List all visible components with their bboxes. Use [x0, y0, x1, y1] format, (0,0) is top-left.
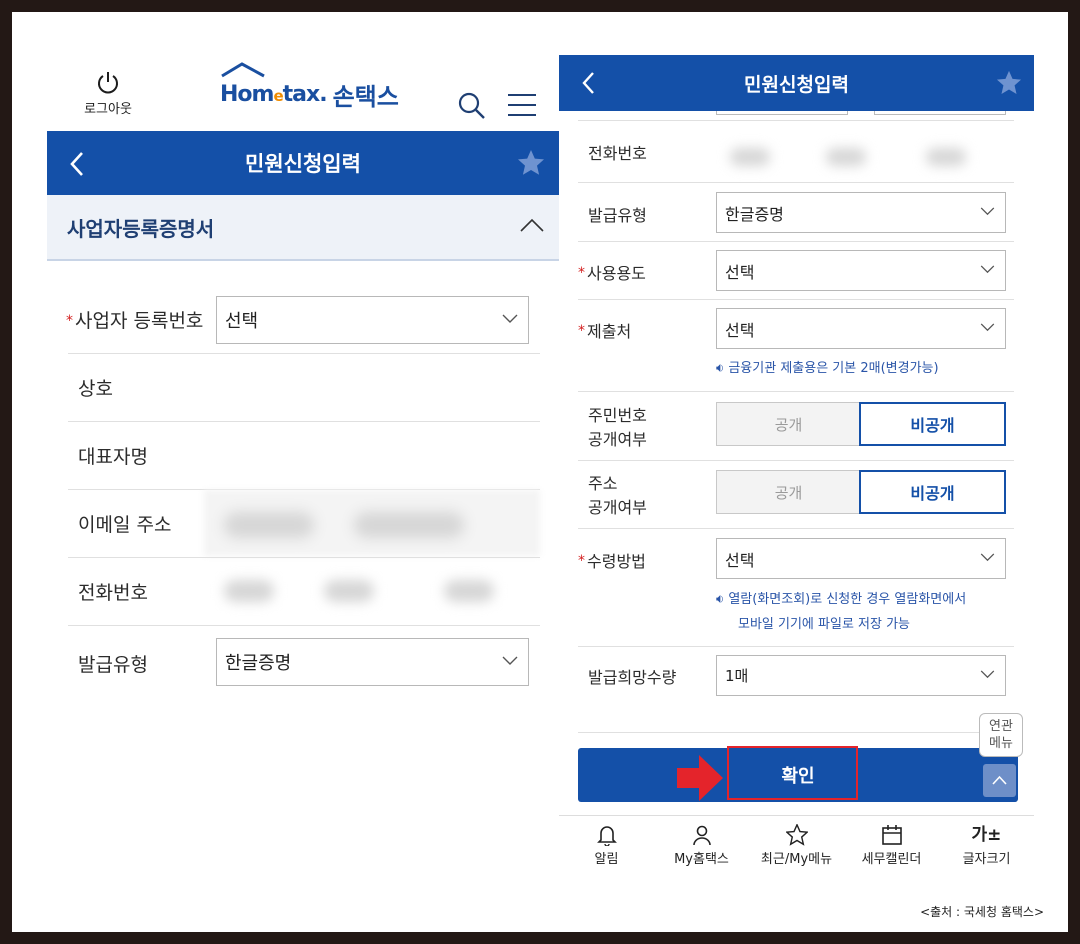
biz-no-select[interactable]: 선택	[216, 296, 529, 344]
usage-select[interactable]: 선택	[716, 250, 1006, 291]
rrn-public-option[interactable]: 공개	[717, 403, 860, 445]
representative-label: 대표자명	[78, 446, 148, 468]
divider	[578, 528, 1014, 529]
chevron-down-icon	[980, 264, 995, 273]
highlight-box	[727, 746, 858, 800]
bell-icon	[596, 826, 617, 846]
issue-type-select-right[interactable]: 한글증명	[716, 192, 1006, 233]
tab-tax-calendar[interactable]: 세무캘린더	[844, 816, 939, 875]
submit-to-value: 선택	[725, 320, 755, 340]
receive-method-label: * 수령방법	[578, 552, 646, 571]
page-title: 민원신청입력	[245, 152, 361, 176]
chevron-down-icon	[502, 656, 518, 665]
issue-type-label-right: 발급유형	[588, 206, 647, 225]
addr-public-toggle[interactable]: 공개 비공개	[716, 470, 1006, 514]
star-outline-icon	[785, 824, 808, 846]
partial-input	[716, 111, 848, 115]
menu-icon[interactable]	[508, 92, 536, 118]
section-title: 사업자등록증명서	[67, 217, 215, 241]
divider	[68, 353, 540, 354]
phone-label: 전화번호	[78, 582, 148, 604]
person-icon	[692, 825, 711, 846]
biz-no-label: * 사업자 등록번호	[66, 310, 204, 332]
logo-text: Hometax.	[220, 81, 328, 107]
calendar-icon	[881, 825, 902, 845]
left-header-bar: 민원신청입력	[47, 131, 559, 195]
chevron-down-icon	[980, 322, 995, 331]
quantity-select[interactable]: 1매	[716, 655, 1006, 696]
phone-label-right: 전화번호	[588, 144, 647, 163]
issue-type-value: 한글증명	[225, 653, 292, 674]
chevron-down-icon	[980, 552, 995, 561]
divider	[68, 557, 540, 558]
roof-icon	[221, 62, 265, 78]
usage-label: * 사용용도	[578, 264, 646, 283]
divider	[68, 421, 540, 422]
image-frame: 로그아웃 Hometax. 손택스 민원신청입력 사업자등록증명서 * 사업자 등…	[12, 12, 1068, 932]
chevron-down-icon	[980, 206, 995, 215]
issue-type-value-right: 한글증명	[725, 204, 784, 224]
right-header-bar: 민원신청입력	[559, 55, 1034, 111]
chevron-up-icon	[992, 775, 1007, 785]
submit-to-select[interactable]: 선택	[716, 308, 1006, 349]
submit-to-label: * 제출처	[578, 322, 632, 341]
tab-recent-my-menu[interactable]: 최근/My메뉴	[749, 816, 844, 875]
related-menu-button[interactable]: 연관 메뉴	[979, 713, 1023, 757]
usage-value: 선택	[725, 262, 755, 282]
search-icon[interactable]	[458, 92, 486, 120]
divider	[578, 241, 1014, 242]
biz-no-value: 선택	[225, 311, 259, 332]
logout-label: 로그아웃	[84, 102, 132, 117]
tab-my-hometax[interactable]: My홈택스	[654, 816, 749, 875]
divider	[578, 460, 1014, 461]
issue-type-select[interactable]: 한글증명	[216, 638, 529, 686]
rrn-public-toggle[interactable]: 공개 비공개	[716, 402, 1006, 446]
page-title: 민원신청입력	[744, 73, 849, 96]
divider	[578, 182, 1014, 183]
submit-notice: 🔉︎ 금융기관 제출용은 기본 2매(변경가능)	[716, 361, 939, 376]
hometax-logo: Hometax. 손택스	[220, 62, 399, 114]
favorite-star-icon[interactable]	[996, 70, 1022, 96]
divider	[578, 120, 1014, 121]
addr-public-option[interactable]: 공개	[717, 471, 860, 513]
scroll-top-button[interactable]	[983, 764, 1016, 797]
phone-blurred-value	[204, 560, 540, 622]
speaker-icon: 🔉︎	[716, 361, 725, 376]
tab-font-size[interactable]: 가± 글자크기	[939, 816, 1034, 875]
section-header[interactable]: 사업자등록증명서	[47, 195, 559, 261]
receive-method-select[interactable]: 선택	[716, 538, 1006, 579]
phone-blurred-value-right	[716, 128, 1016, 184]
chevron-down-icon	[502, 314, 518, 323]
favorite-star-icon[interactable]	[517, 149, 545, 177]
receive-notice: 🔉︎ 열람(화면조회)로 신청한 경우 열람화면에서 모바일 기기에 파일로 저…	[716, 592, 967, 632]
company-label: 상호	[78, 378, 113, 400]
divider	[578, 299, 1014, 300]
divider	[578, 646, 1014, 647]
email-blurred-value	[204, 490, 540, 556]
chevron-down-icon	[980, 669, 995, 678]
divider	[578, 732, 1014, 733]
logout-button[interactable]: 로그아웃	[68, 70, 148, 117]
addr-public-label: 주소 공개여부	[588, 474, 647, 517]
rrn-public-label: 주민번호 공개여부	[588, 406, 647, 449]
email-label: 이메일 주소	[78, 514, 172, 536]
bottom-tab-bar: 알림 My홈택스 최근/My메뉴 세무캘린더 가± 글자크기	[559, 815, 1034, 875]
speaker-icon: 🔉︎	[716, 592, 725, 607]
divider	[68, 625, 540, 626]
power-icon	[98, 72, 118, 94]
chevron-up-icon[interactable]	[519, 217, 545, 233]
rrn-private-option[interactable]: 비공개	[859, 402, 1006, 446]
logo-son: 손택스	[332, 82, 399, 111]
source-caption: <출처 : 국세청 홈택스>	[920, 905, 1044, 919]
tab-notifications[interactable]: 알림	[559, 816, 654, 875]
partial-input	[874, 111, 1006, 115]
addr-private-option[interactable]: 비공개	[859, 470, 1006, 514]
font-size-icon: 가±	[971, 825, 1002, 845]
receive-method-value: 선택	[725, 550, 755, 570]
divider	[578, 391, 1014, 392]
quantity-value: 1매	[725, 667, 749, 685]
issue-type-label: 발급유형	[78, 654, 148, 676]
quantity-label: 발급희망수량	[588, 668, 677, 687]
red-arrow-icon	[677, 755, 723, 801]
